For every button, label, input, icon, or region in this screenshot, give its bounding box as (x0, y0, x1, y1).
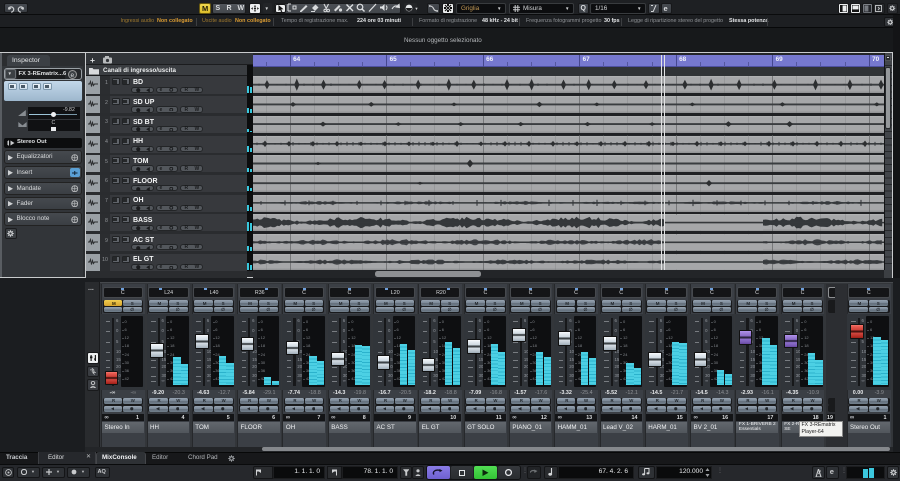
svg-text:e: e (70, 71, 74, 78)
